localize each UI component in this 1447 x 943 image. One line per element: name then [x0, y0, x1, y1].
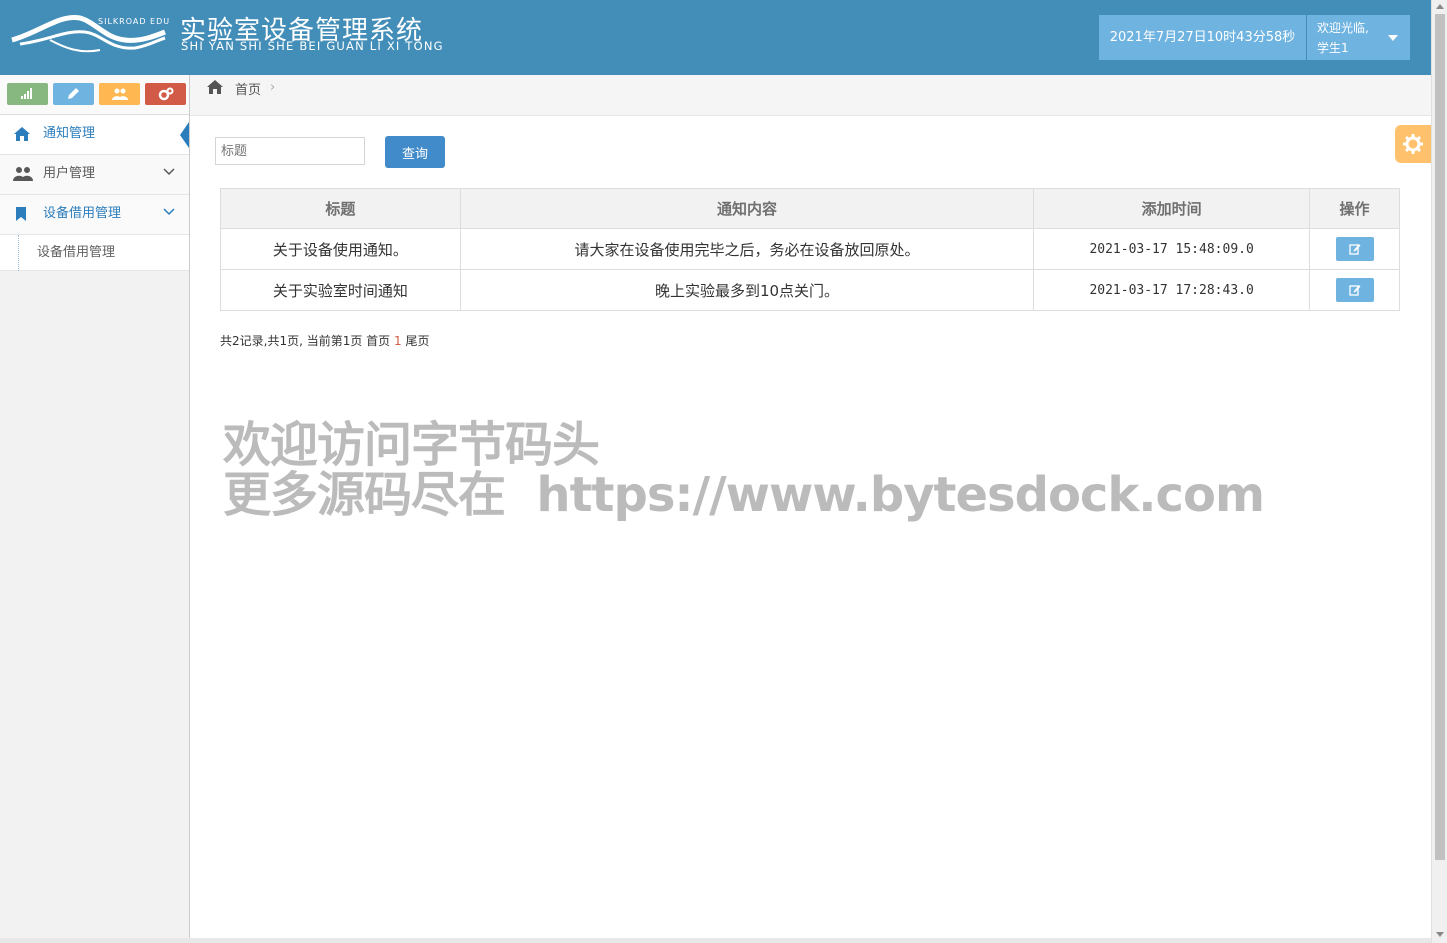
- query-button[interactable]: 查询: [385, 136, 445, 168]
- edit-button[interactable]: [1335, 278, 1374, 302]
- shortcut-stats-button[interactable]: [7, 83, 48, 105]
- chevron-down-icon: [163, 168, 175, 176]
- notice-table: 标题 通知内容 添加时间 操作 关于设备使用通知。 请大家在设备使用完毕之后，务…: [220, 188, 1400, 311]
- sidebar-item-users[interactable]: 用户管理: [0, 155, 189, 195]
- app-subtitle: SHI YAN SHI SHE BEI GUAN LI XI TONG: [181, 39, 444, 53]
- cell-action: [1309, 228, 1400, 270]
- table-row: 关于实验室时间通知 晚上实验最多到10点关门。 2021-03-17 17:28…: [220, 269, 1400, 311]
- shortcut-settings-button[interactable]: [145, 83, 187, 105]
- scroll-down-icon[interactable]: [1436, 932, 1444, 937]
- breadcrumb-home-link[interactable]: 首页: [235, 79, 261, 98]
- column-header-time: 添加时间: [1033, 188, 1311, 229]
- home-icon[interactable]: [206, 79, 224, 95]
- column-header-action: 操作: [1309, 188, 1400, 229]
- shortcut-edit-button[interactable]: [53, 83, 95, 105]
- sidebar-subitem-label: 设备借用管理: [37, 245, 116, 260]
- horizontal-scrollbar: [0, 938, 1431, 943]
- shortcut-users-button[interactable]: [99, 83, 141, 105]
- last-page-link[interactable]: 尾页: [402, 334, 429, 348]
- vertical-scrollbar[interactable]: [1431, 0, 1447, 943]
- top-navbar: SILKROAD EDU 实验室设备管理系统 SHI YAN SHI SHE B…: [0, 0, 1431, 75]
- caret-down-icon: [1388, 35, 1398, 41]
- edit-icon: [1348, 244, 1361, 255]
- pencil-icon: [68, 88, 80, 99]
- pagination: 共2记录,共1页, 当前第1页 首页 1 尾页: [220, 332, 429, 349]
- cell-content: 晚上实验最多到10点关门。: [459, 269, 1035, 311]
- cell-title: 关于设备使用通知。: [220, 228, 461, 270]
- watermark-line2: 更多源码尽在 https://www.bytesdock.com: [223, 467, 1265, 523]
- cell-time: 2021-03-17 17:28:43.0: [1033, 269, 1311, 311]
- current-page[interactable]: 1: [394, 334, 402, 348]
- sidebar-shortcuts: [0, 75, 189, 115]
- sidebar-item-label: 设备借用管理: [43, 206, 122, 221]
- home-icon: [14, 127, 30, 141]
- clock-display: 2021年7月27日10时43分58秒: [1099, 15, 1306, 60]
- scrollbar-thumb[interactable]: [1435, 14, 1445, 860]
- user-menu[interactable]: 欢迎光临, 学生1: [1307, 15, 1410, 60]
- table-row: 关于设备使用通知。 请大家在设备使用完毕之后，务必在设备放回原处。 2021-0…: [220, 228, 1400, 270]
- gear-icon: [1403, 134, 1423, 154]
- column-header-content: 通知内容: [459, 188, 1035, 229]
- scroll-up-icon[interactable]: [1436, 4, 1444, 9]
- chevron-down-icon: [163, 208, 175, 216]
- sidebar-item-label: 通知管理: [43, 126, 96, 141]
- breadcrumb: 首页 ›: [190, 75, 1431, 116]
- sidebar-item-equipment-borrow[interactable]: 设备借用管理: [0, 195, 189, 235]
- settings-toggle[interactable]: [1395, 125, 1431, 163]
- cell-title: 关于实验室时间通知: [220, 269, 461, 311]
- title-search-input[interactable]: [215, 137, 365, 165]
- watermark: 欢迎访问字节码头 更多源码尽在 https://www.bytesdock.co…: [223, 417, 1265, 523]
- tree-line: [18, 235, 19, 271]
- users-icon: [13, 167, 33, 181]
- cell-action: [1309, 269, 1400, 311]
- watermark-line1: 欢迎访问字节码头: [223, 417, 600, 473]
- sidebar-item-notices[interactable]: 通知管理: [0, 115, 189, 155]
- username: 学生1: [1317, 41, 1349, 55]
- breadcrumb-separator: ›: [270, 80, 276, 95]
- table-header-row: 标题 通知内容 添加时间 操作: [220, 188, 1400, 229]
- cogs-icon: [159, 87, 174, 101]
- column-header-title: 标题: [220, 188, 461, 229]
- sidebar-subitem-equipment-borrow[interactable]: 设备借用管理: [0, 235, 189, 271]
- cell-content: 请大家在设备使用完毕之后，务必在设备放回原处。: [459, 228, 1035, 270]
- pagination-summary: 共2记录,共1页, 当前第1页 首页: [220, 334, 394, 348]
- sidebar: 通知管理 用户管理 设备借用管理 设备借用管理: [0, 75, 190, 943]
- logo-text: SILKROAD EDU: [98, 17, 171, 26]
- edit-button[interactable]: [1335, 237, 1374, 261]
- edit-icon: [1348, 285, 1361, 296]
- sidebar-item-label: 用户管理: [43, 166, 96, 181]
- users-icon: [112, 88, 129, 100]
- signal-icon: [21, 88, 32, 99]
- cell-time: 2021-03-17 15:48:09.0: [1033, 228, 1311, 270]
- bookmark-icon: [16, 207, 26, 221]
- active-indicator: [180, 122, 189, 148]
